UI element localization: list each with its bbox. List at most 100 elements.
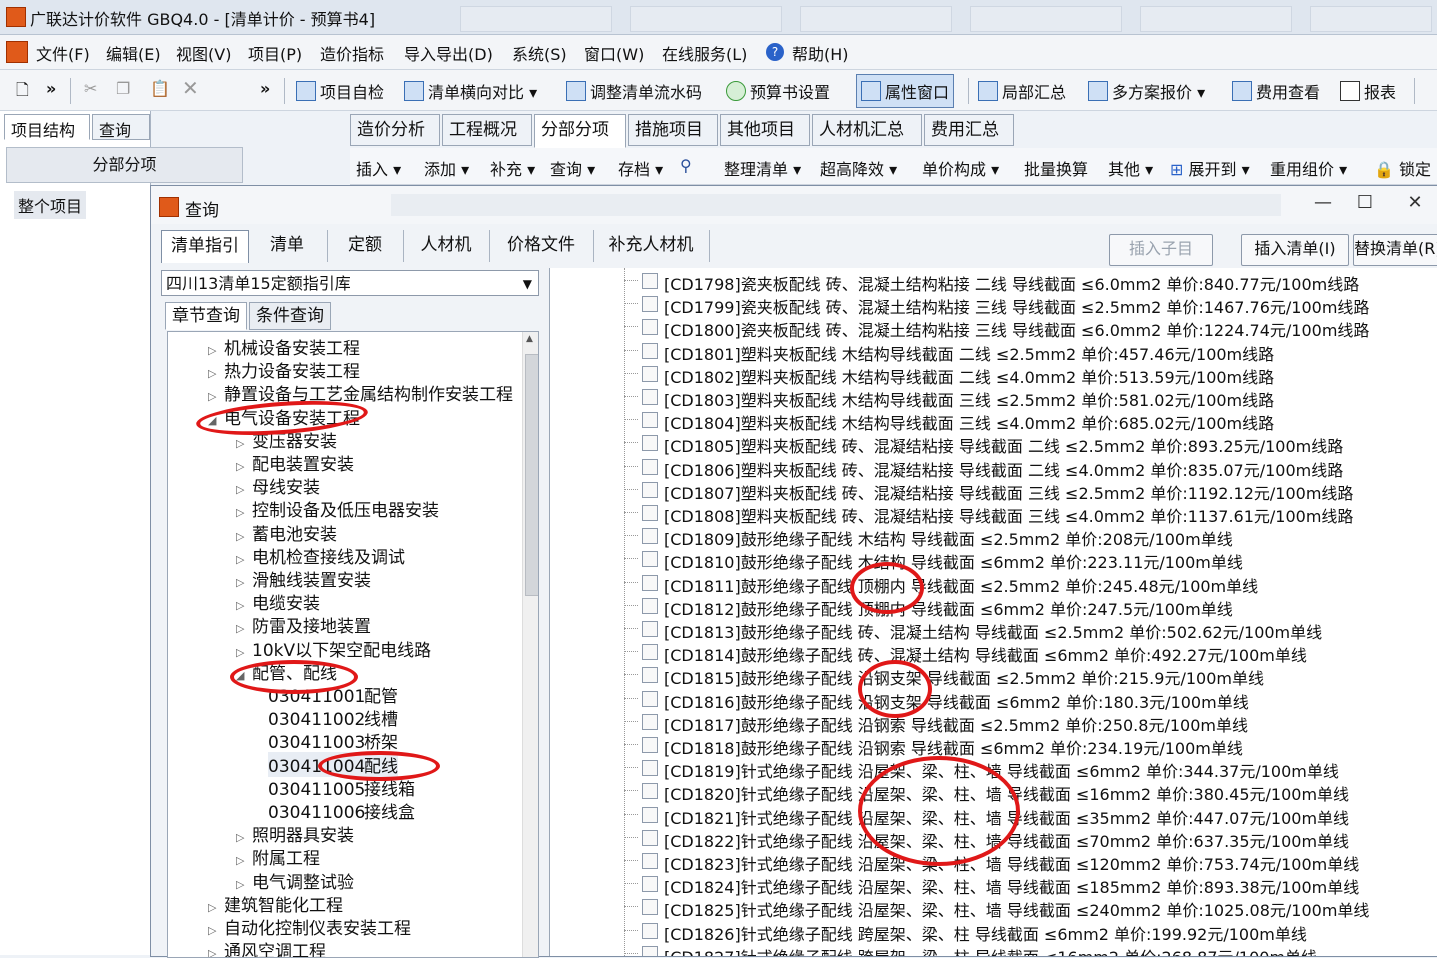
- background-tab[interactable]: [460, 6, 612, 32]
- row-checkbox[interactable]: [642, 760, 658, 777]
- toolbar-overflow-button[interactable]: »: [260, 79, 270, 98]
- tab-supplement-labor-material[interactable]: 补充人材机: [593, 230, 710, 262]
- list-item[interactable]: [CD1823]针式绝缘子配线 沿屋架、梁、柱、墙 导线截面 ≤120mm2 单…: [550, 850, 1437, 874]
- row-checkbox[interactable]: [642, 342, 658, 359]
- budget-settings-button[interactable]: 预算书设置: [726, 79, 830, 103]
- list-item[interactable]: [CD1802]塑料夹板配线 木结构导线截面 二线 ≤4.0mm2 单价:513…: [550, 363, 1437, 387]
- menu-import-export[interactable]: 导入导出(D): [404, 41, 493, 65]
- list-item[interactable]: [CD1817]鼓形绝缘子配线 沿钢索 导线截面 ≤2.5mm2 单价:250.…: [550, 711, 1437, 735]
- cut-icon[interactable]: ✂: [84, 79, 97, 98]
- replace-list-button[interactable]: 替换清单(R): [1353, 234, 1437, 266]
- list-item[interactable]: [CD1801]塑料夹板配线 木结构导线截面 二线 ≤2.5mm2 单价:457…: [550, 340, 1437, 364]
- tree-node[interactable]: ▷ 10kV以下架空配电线路: [236, 636, 431, 661]
- background-tab[interactable]: [630, 6, 782, 32]
- scrollbar-thumb[interactable]: [525, 354, 538, 596]
- list-item[interactable]: [CD1806]塑料夹板配线 砖、混凝结粘接 导线截面 二线 ≤4.0mm2 单…: [550, 456, 1437, 480]
- row-checkbox[interactable]: [642, 922, 658, 939]
- tree-node[interactable]: ▷ 电气调整试验: [236, 868, 354, 893]
- list-item[interactable]: [CD1816]鼓形绝缘子配线 沿钢支架 导线截面 ≤6mm2 单价:180.3…: [550, 688, 1437, 712]
- list-item[interactable]: [CD1813]鼓形绝缘子配线 砖、混凝土结构 导线截面 ≤2.5mm2 单价:…: [550, 618, 1437, 642]
- organize-list-button[interactable]: 整理清单 ▾: [724, 156, 801, 180]
- collapsed-arrow-icon[interactable]: ▷: [236, 437, 252, 450]
- row-checkbox[interactable]: [642, 574, 658, 591]
- binoculars-icon[interactable]: ⚲: [680, 156, 692, 175]
- list-item[interactable]: [CD1827]针式绝缘子配线 跨屋架、梁、柱 导线截面 ≤16mm2 单价:2…: [550, 943, 1437, 956]
- tree-node[interactable]: ▷ 滑触线装置安装: [236, 566, 371, 591]
- tree-node[interactable]: ▷ 机械设备安装工程: [208, 334, 360, 359]
- library-select[interactable]: 四川13清单15定额指引库 ▼: [161, 270, 539, 296]
- tab-price-file[interactable]: 价格文件: [489, 230, 594, 262]
- row-checkbox[interactable]: [642, 621, 658, 637]
- add-button[interactable]: 添加 ▾: [424, 156, 469, 180]
- row-checkbox[interactable]: [642, 644, 658, 661]
- batch-conversion-button[interactable]: 批量换算: [1024, 156, 1088, 180]
- close-icon[interactable]: ✕: [1397, 190, 1433, 216]
- row-checkbox[interactable]: [642, 481, 658, 498]
- tree-node[interactable]: 030411003桥架: [268, 728, 398, 753]
- row-checkbox[interactable]: [642, 597, 658, 614]
- tab-labor-material-summary[interactable]: 人材机汇总: [812, 114, 922, 146]
- collapsed-arrow-icon[interactable]: ▷: [208, 344, 224, 357]
- tab-fee-summary[interactable]: 费用汇总: [924, 114, 1014, 146]
- tab-list[interactable]: 清单: [247, 230, 328, 262]
- list-compare-button[interactable]: 清单横向对比 ▾: [404, 79, 537, 103]
- paste-icon[interactable]: 📋: [150, 79, 170, 98]
- list-item[interactable]: [CD1809]鼓形绝缘子配线 木结构 导线截面 ≤2.5mm2 单价:208元…: [550, 525, 1437, 549]
- tree-node[interactable]: ▷ 热力设备安装工程: [208, 357, 360, 382]
- new-document-icon[interactable]: 🗋: [16, 79, 29, 106]
- tree-scrollbar[interactable]: ▲: [522, 332, 538, 957]
- list-item[interactable]: [CD1818]鼓形绝缘子配线 沿钢索 导线截面 ≤6mm2 单价:234.19…: [550, 734, 1437, 758]
- row-checkbox[interactable]: [642, 667, 658, 684]
- list-item[interactable]: [CD1799]瓷夹板配线 砖、混凝土结构粘接 三线 导线截面 ≤2.5mm2 …: [550, 293, 1437, 317]
- list-item[interactable]: [CD1810]鼓形绝缘子配线 木结构 导线截面 ≤6mm2 单价:223.11…: [550, 548, 1437, 572]
- property-window-button[interactable]: 属性窗口: [856, 74, 955, 108]
- collapsed-arrow-icon[interactable]: ▷: [236, 854, 252, 867]
- list-item[interactable]: [CD1812]鼓形绝缘子配线 顶棚内 导线截面 ≤6mm2 单价:247.5元…: [550, 595, 1437, 619]
- insert-list-button[interactable]: 插入清单(I): [1241, 234, 1349, 266]
- menu-online-service[interactable]: 在线服务(L): [662, 41, 747, 65]
- minimize-icon[interactable]: —: [1305, 190, 1341, 216]
- tab-labor-material[interactable]: 人材机: [403, 230, 490, 262]
- tree-node[interactable]: ▷ 建筑智能化工程: [208, 891, 343, 916]
- lock-button[interactable]: 🔒 锁定: [1374, 156, 1431, 180]
- collapsed-arrow-icon[interactable]: ▷: [236, 646, 252, 659]
- tab-list-guide[interactable]: 清单指引: [161, 230, 249, 263]
- collapsed-arrow-icon[interactable]: ▷: [236, 878, 252, 891]
- list-item[interactable]: [CD1826]针式绝缘子配线 跨屋架、梁、柱 导线截面 ≤6mm2 单价:19…: [550, 920, 1437, 944]
- tab-query[interactable]: 查询: [92, 114, 150, 140]
- tab-measure-items[interactable]: 措施项目: [628, 114, 718, 146]
- row-checkbox[interactable]: [642, 783, 658, 800]
- menu-view[interactable]: 视图(V): [176, 41, 231, 65]
- row-checkbox[interactable]: [642, 737, 658, 753]
- delete-icon[interactable]: ✕: [182, 76, 199, 100]
- tab-chapter-query[interactable]: 章节查询: [165, 302, 247, 330]
- list-item[interactable]: [CD1825]针式绝缘子配线 沿屋架、梁、柱、墙 导线截面 ≤240mm2 单…: [550, 896, 1437, 920]
- row-checkbox[interactable]: [642, 876, 658, 893]
- tree-node[interactable]: 030411006接线盒: [268, 798, 415, 823]
- list-item[interactable]: [CD1804]塑料夹板配线 木结构导线截面 三线 ≤4.0mm2 单价:685…: [550, 409, 1437, 433]
- report-button[interactable]: 报表: [1340, 79, 1396, 103]
- tree-node[interactable]: ▷ 自动化控制仪表安装工程: [208, 914, 411, 939]
- project-self-check-button[interactable]: 项目自检: [296, 79, 384, 103]
- fee-view-button[interactable]: 费用查看: [1232, 79, 1320, 103]
- tab-quota[interactable]: 定额: [327, 230, 404, 262]
- row-checkbox[interactable]: [642, 945, 658, 956]
- row-checkbox[interactable]: [642, 365, 658, 382]
- scroll-up-icon[interactable]: ▲: [526, 334, 533, 344]
- supplement-button[interactable]: 补充 ▾: [490, 156, 535, 180]
- menu-file[interactable]: 文件(F): [36, 41, 90, 65]
- tab-condition-query[interactable]: 条件查询: [249, 302, 331, 330]
- list-item[interactable]: [CD1803]塑料夹板配线 木结构导线截面 三线 ≤2.5mm2 单价:581…: [550, 386, 1437, 410]
- row-checkbox[interactable]: [642, 528, 658, 545]
- row-checkbox[interactable]: [642, 296, 658, 313]
- tree-node[interactable]: ▷ 蓄电池安装: [236, 520, 337, 545]
- collapsed-arrow-icon[interactable]: ▷: [208, 390, 224, 403]
- archive-button[interactable]: 存档 ▾: [618, 156, 663, 180]
- menu-cost-index[interactable]: 造价指标: [320, 41, 384, 65]
- collapsed-arrow-icon[interactable]: ▷: [236, 576, 252, 589]
- toolbar-overflow-button[interactable]: »: [46, 79, 56, 98]
- menu-window[interactable]: 窗口(W): [584, 41, 644, 65]
- row-checkbox[interactable]: [642, 829, 658, 846]
- menu-help[interactable]: 帮助(H): [792, 41, 849, 65]
- tab-project-structure[interactable]: 项目结构: [4, 114, 90, 140]
